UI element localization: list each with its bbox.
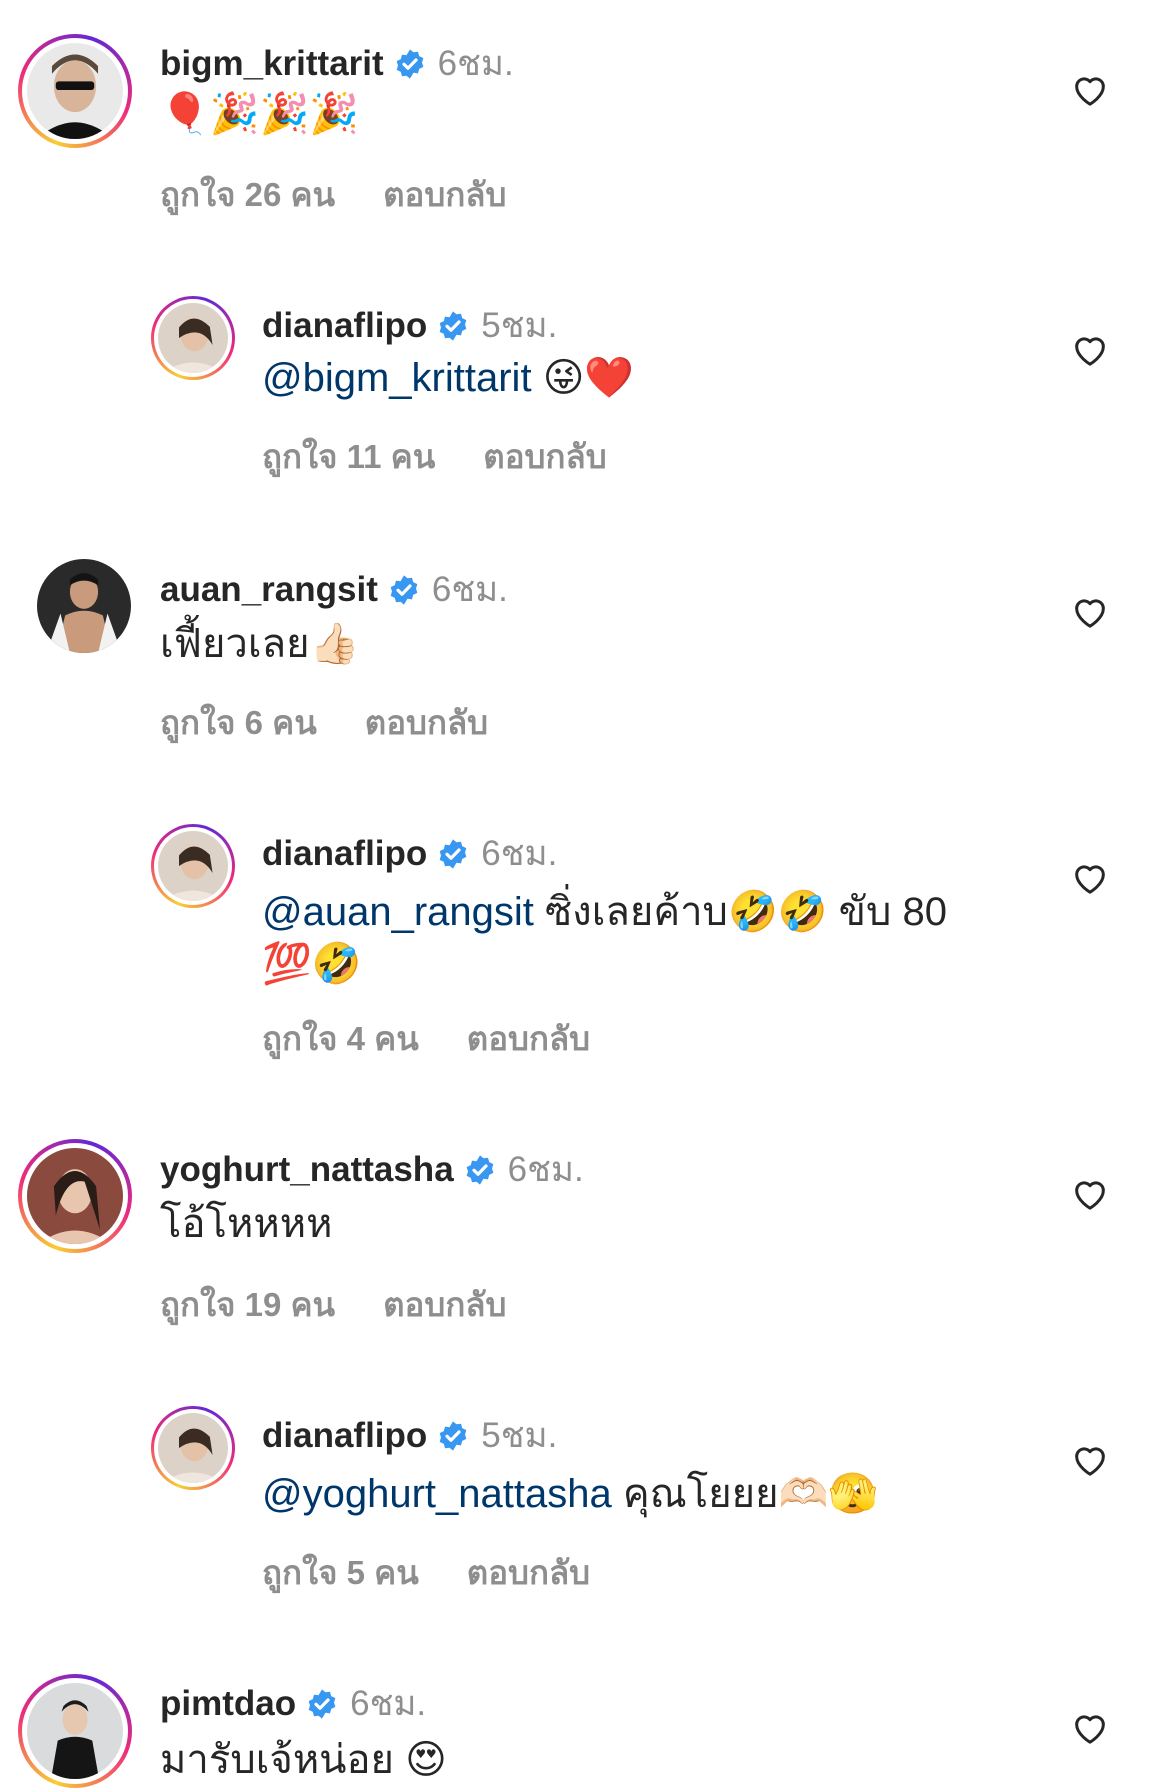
text: เฟี้ยวเลย (160, 622, 310, 666)
comment-text: เฟี้ยวเลย👍🏻 (160, 618, 359, 670)
emoji: 💯🤣 (262, 941, 362, 987)
heart-icon[interactable] (1070, 1708, 1110, 1748)
username[interactable]: auan_rangsit (160, 570, 378, 610)
text: โอ้โหหหห (160, 1202, 333, 1246)
username[interactable]: pimtdao (160, 1684, 296, 1724)
emoji: 😜❤️ (542, 355, 635, 401)
avatar[interactable] (151, 824, 235, 908)
verified-badge-icon (306, 1688, 338, 1720)
reply-button[interactable]: ตอบกลับ (483, 430, 606, 483)
timestamp: 6ชม. (481, 834, 558, 873)
comment-text: @auan_rangsit ซิ่งเลยค้าบ🤣🤣 ขับ 80 (262, 886, 947, 938)
like-count[interactable]: ถูกใจ 11 คน (262, 430, 435, 483)
text: ขับ 80 (827, 890, 947, 934)
username[interactable]: dianaflipo (262, 834, 427, 874)
heart-icon[interactable] (1070, 1440, 1110, 1480)
reply-button[interactable]: ตอบกลับ (365, 696, 488, 749)
emoji: 🎈🎉🎉🎉 (160, 91, 360, 137)
avatar[interactable] (18, 34, 132, 148)
verified-badge-icon (388, 574, 420, 606)
text: มารับเจ้หน่อย (160, 1738, 394, 1782)
like-count[interactable]: ถูกใจ 5 คน (262, 1546, 419, 1599)
heart-icon[interactable] (1070, 1174, 1110, 1214)
timestamp: 6ชม. (437, 44, 514, 83)
timestamp: 6ชม. (431, 570, 508, 609)
username[interactable]: bigm_krittarit (160, 44, 384, 84)
like-count[interactable]: ถูกใจ 4 คน (262, 1012, 419, 1065)
comment-text: โอ้โหหหห (160, 1198, 332, 1250)
verified-badge-icon (394, 48, 426, 80)
mention-link[interactable]: @bigm_krittarit (262, 356, 532, 400)
like-count[interactable]: ถูกใจ 26 คน (160, 168, 335, 221)
verified-badge-icon (437, 310, 469, 342)
reply-button[interactable]: ตอบกลับ (383, 1278, 506, 1331)
comment-text: @bigm_krittarit 😜❤️ (262, 352, 634, 404)
comment-text: มารับเจ้หน่อย 😍 (160, 1734, 447, 1786)
verified-badge-icon (464, 1154, 496, 1186)
emoji: 🤣🤣 (727, 889, 828, 935)
avatar[interactable] (18, 1674, 132, 1788)
reply-button[interactable]: ตอบกลับ (467, 1012, 590, 1065)
verified-badge-icon (437, 1420, 469, 1452)
comment-text: 🎈🎉🎉🎉 (160, 88, 359, 140)
timestamp: 5ชม. (481, 306, 558, 345)
text: ซิ่งเลยค้าบ (533, 890, 728, 934)
heart-icon[interactable] (1070, 330, 1110, 370)
emoji: 👍🏻 (309, 621, 360, 667)
verified-badge-icon (437, 838, 469, 870)
reply-button[interactable]: ตอบกลับ (467, 1546, 590, 1599)
username[interactable]: dianaflipo (262, 1416, 427, 1456)
reply-button[interactable]: ตอบกลับ (383, 168, 506, 221)
mention-link[interactable]: @yoghurt_nattasha (262, 1472, 612, 1516)
mention-link[interactable]: @auan_rangsit (262, 890, 534, 934)
text: คุณโยยย (611, 1472, 779, 1516)
avatar[interactable] (18, 1139, 132, 1253)
username[interactable]: dianaflipo (262, 306, 427, 346)
emoji: 😍 (405, 1737, 447, 1783)
avatar[interactable] (151, 296, 235, 380)
comment-text: @yoghurt_nattasha คุณโยยย🫶🏻🫣 (262, 1468, 878, 1520)
emoji: 🫶🏻🫣 (778, 1471, 879, 1517)
heart-icon[interactable] (1070, 858, 1110, 898)
avatar[interactable] (37, 559, 131, 653)
avatar[interactable] (151, 1406, 235, 1490)
timestamp: 6ชม. (507, 1150, 584, 1189)
heart-icon[interactable] (1070, 70, 1110, 110)
timestamp: 5ชม. (481, 1416, 558, 1455)
heart-icon[interactable] (1070, 592, 1110, 632)
username[interactable]: yoghurt_nattasha (160, 1150, 454, 1190)
like-count[interactable]: ถูกใจ 19 คน (160, 1278, 335, 1331)
like-count[interactable]: ถูกใจ 6 คน (160, 696, 317, 749)
comment-text-line2: 💯🤣 (262, 938, 362, 990)
timestamp: 6ชม. (350, 1684, 427, 1723)
